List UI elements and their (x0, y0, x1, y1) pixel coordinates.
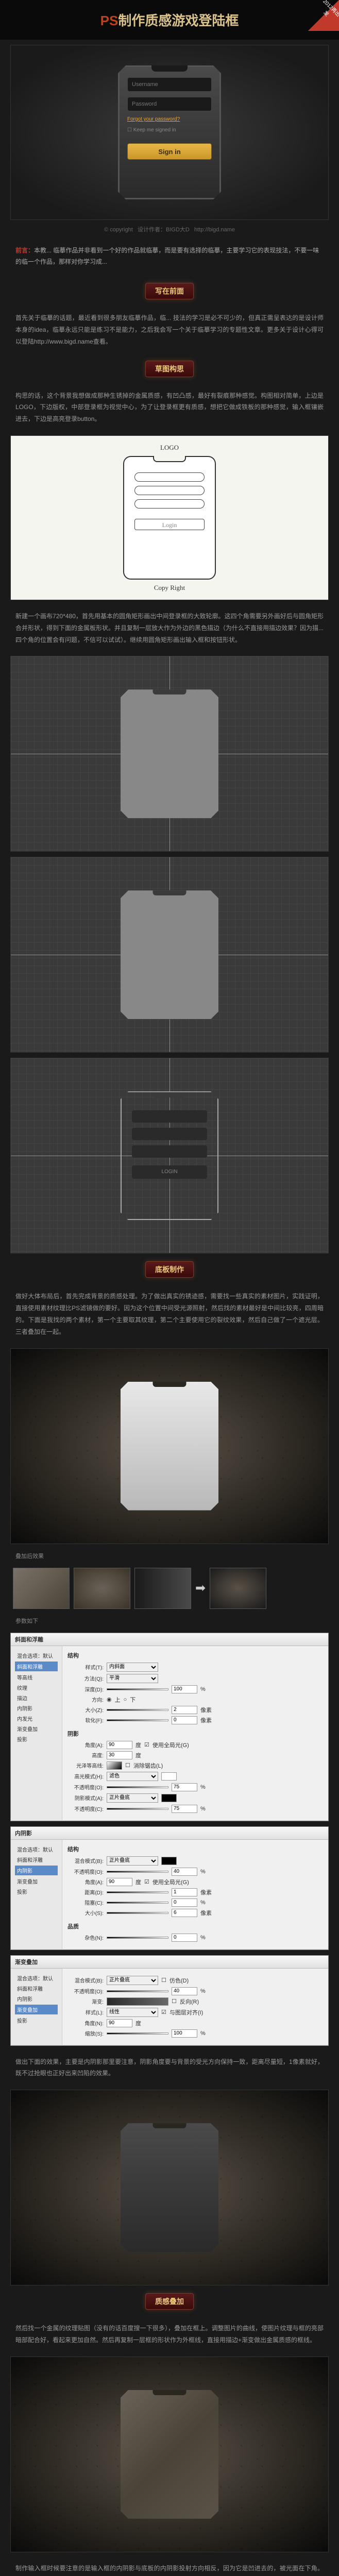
thumb-texture-1 (13, 1568, 70, 1609)
wireframe-solid (121, 689, 218, 818)
remember-check[interactable]: ☐ Keep me signed in (127, 127, 212, 133)
blend-select[interactable]: 正片叠底 (107, 1856, 158, 1866)
sketch-logo-label: LOGO (160, 444, 179, 452)
body-p7: 然后找一个金属的纹理贴图（没有的话百度搜一下很多），叠加在框上。调整图片的曲线，… (0, 2317, 339, 2351)
metal-bg-3 (10, 2357, 329, 2552)
hmode-select[interactable]: 滤色 (107, 1772, 158, 1781)
thumb-gradient (134, 1568, 191, 1609)
username-input[interactable] (127, 77, 212, 92)
caption-thumbs: 叠加后效果 (0, 1549, 339, 1563)
login-frame: Forgot your password? ☐ Keep me signed i… (118, 65, 221, 199)
page-title: PS制作质感游戏登陆框 (0, 10, 339, 29)
preface: 前言：本教... 临摹作品并非看到一个好的作品就临摹，而是要有选择的临摹，主要学… (0, 238, 339, 275)
method-select[interactable]: 平滑 (107, 1674, 158, 1683)
gangle-input[interactable] (107, 2019, 132, 2027)
dialog-main: 混合模式(B):正片叠底 ☐ 仿色(D) 不透明度(O):% 渐变: ☐ 反向(… (62, 1969, 328, 2045)
gblend-select[interactable]: 正片叠底 (107, 1976, 158, 1985)
sketch-copyright-label: Copy Right (154, 584, 185, 592)
grid-canvas-1 (10, 656, 329, 852)
sopacity-input[interactable] (172, 1805, 197, 1813)
style-select[interactable]: 内斜面 (107, 1663, 158, 1672)
sketch-frame: Login (123, 456, 216, 580)
section-title-2: 草图构思 (0, 361, 339, 377)
thumb-result (210, 1568, 266, 1609)
sketch-login-label: Login (134, 519, 205, 530)
opacity-input[interactable] (172, 1868, 197, 1876)
texture-thumbs: ➡ (0, 1563, 339, 1614)
plate-dark (121, 2123, 218, 2252)
caption-params: 参数如下 (0, 1614, 339, 1628)
body-p6: 做出下面的效果，主要是内阴影那里要注意，阴影角度要与背景的受光方向保持一致，距离… (0, 2051, 339, 2085)
frame-notch (151, 65, 188, 72)
dialog-main: 结构 样式(T):内斜面 方法(Q):平滑 深度(D):% 方向: ◉ 上 ○ … (62, 1646, 328, 1820)
layer-style-dialog-innershadow: 内阴影 混合选项：默认 斜面和浮雕 内阴影 渐变叠加 投影 结构 混合模式(B)… (10, 1826, 329, 1950)
depth-input[interactable] (172, 1685, 197, 1693)
wireframe-login-btn: LOGIN (132, 1165, 207, 1179)
section-title-3: 底板制作 (0, 1261, 339, 1278)
section-title-4: 质感叠加 (0, 2293, 339, 2310)
smode-select[interactable]: 正片叠底 (107, 1793, 158, 1803)
arrow-icon: ➡ (195, 1581, 206, 1596)
altitude-input[interactable] (107, 1751, 132, 1759)
distance-input[interactable] (172, 1888, 197, 1896)
choke-input[interactable] (172, 1899, 197, 1907)
password-input[interactable] (127, 97, 212, 111)
body-p3: 新建一个画布720*480，首先用基本的圆角矩形画出中间登录框的大致轮廓。这四个… (0, 605, 339, 651)
layer-style-dialog-bevel: 斜面和浮雕 混合选项：默认 斜面和浮雕 等高线 纹理 描边 内阴影 内发光 渐变… (10, 1633, 329, 1821)
gstyle-select[interactable]: 线性 (107, 2008, 158, 2017)
header-banner: 2012再出发 PS制作质感游戏登陆框 (0, 0, 339, 40)
angle-input[interactable] (107, 1741, 132, 1749)
noise-input[interactable] (172, 1934, 197, 1942)
hero-preview: Forgot your password? ☐ Keep me signed i… (10, 45, 329, 220)
soften-input[interactable] (172, 1716, 197, 1724)
body-p1: 首先关于临摹的话题，最近看到很多朋友临摹作品，临... 技法的学习是必不可少的，… (0, 307, 339, 352)
dialog-sidebar: 混合选项：默认 斜面和浮雕 等高线 纹理 描边 内阴影 内发光 渐变叠加 投影 (11, 1646, 62, 1820)
meta-line: © copyright 设计作者：BIGD大D http://bigd.name (0, 225, 339, 233)
body-p8: 制作输入框时候要注意的是输入框的内阴影与底板的内阴影投射方向相反，因为它是凹进去… (0, 2557, 339, 2576)
dialog-main: 结构 混合模式(B):正片叠底 不透明度(O):% 角度(A):度 ☑ 使用全局… (62, 1840, 328, 1949)
size-input[interactable] (172, 1706, 197, 1714)
dialog-title: 渐变叠加 (11, 1956, 328, 1969)
isize-input[interactable] (172, 1909, 197, 1917)
gopacity-input[interactable] (172, 1987, 197, 1995)
wireframe-bordered (121, 890, 218, 1019)
section-title-1: 写在前面 (0, 283, 339, 299)
dialog-sidebar: 混合选项：默认 斜面和浮雕 内阴影 渐变叠加 投影 (11, 1840, 62, 1949)
body-p2: 构思的话，这个背景我想做成那种生锈掉的金属质感，有凹凸感，最好有裂痕那种感觉。构… (0, 385, 339, 430)
wireframe-inputs: LOGIN (121, 1091, 218, 1220)
hopacity-input[interactable] (172, 1783, 197, 1791)
forgot-link[interactable]: Forgot your password? (127, 116, 212, 122)
metal-bg-2 (10, 2090, 329, 2285)
layer-style-dialog-gradient: 渐变叠加 混合选项：默认 斜面和浮雕 内阴影 渐变叠加 投影 混合模式(B):正… (10, 1955, 329, 2046)
grid-canvas-2 (10, 857, 329, 1053)
plate-metal (121, 2390, 218, 2519)
dialog-title: 斜面和浮雕 (11, 1633, 328, 1646)
metal-bg-1 (10, 1348, 329, 1544)
signin-button[interactable]: Sign in (127, 143, 212, 160)
dialog-title: 内阴影 (11, 1827, 328, 1840)
dialog-sidebar: 混合选项：默认 斜面和浮雕 内阴影 渐变叠加 投影 (11, 1969, 62, 2045)
plate-white (121, 1382, 218, 1511)
gscale-input[interactable] (172, 2029, 197, 2038)
grid-canvas-3: LOGIN (10, 1058, 329, 1253)
thumb-texture-2 (74, 1568, 130, 1609)
sketch-image: LOGO Login Copy Right (10, 435, 329, 600)
body-p4: 做好大体布局后，首先完成背景的质感处理。为了做出真实的锈迹感，需要找一些真实的素… (0, 1285, 339, 1343)
ishadow-angle[interactable] (107, 1878, 132, 1886)
corner-badge: 2012再出发 (308, 0, 339, 31)
